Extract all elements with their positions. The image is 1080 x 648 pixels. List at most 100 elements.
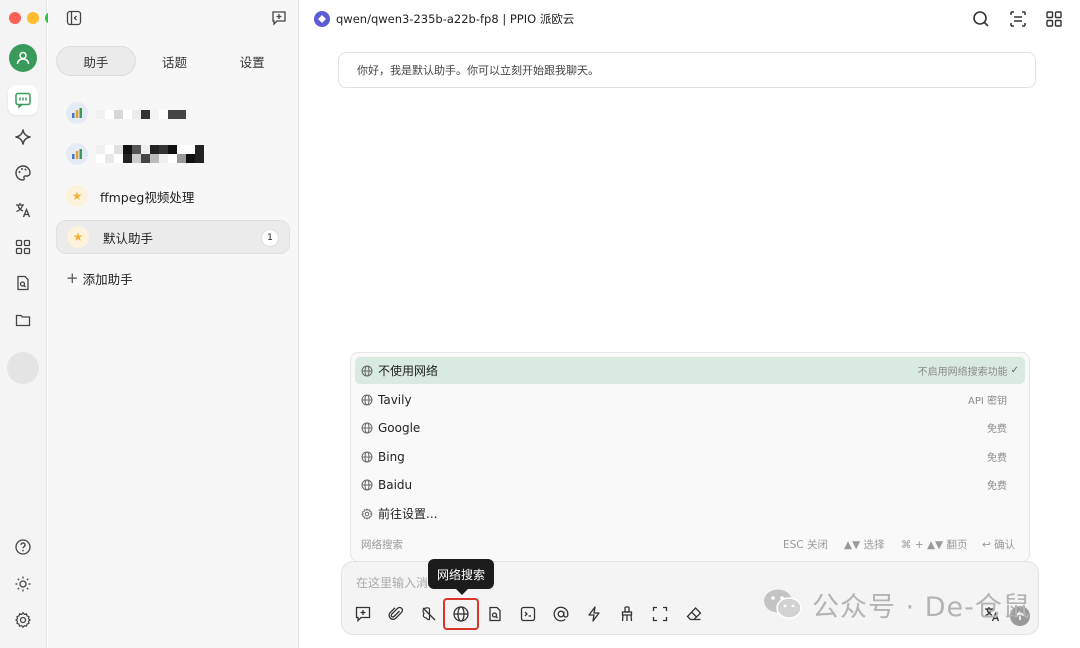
assistant-item[interactable] [56, 137, 290, 171]
gear-icon [361, 507, 373, 520]
search-icon [973, 11, 989, 27]
new-topic-button[interactable] [271, 10, 287, 26]
tab-assistants[interactable]: 助手 [56, 46, 136, 76]
rail-apps-button[interactable] [8, 232, 38, 262]
topic-count-badge: 1 [261, 229, 279, 247]
rail-settings-button[interactable] [8, 605, 38, 635]
option-label: Baidu [378, 477, 413, 492]
rail-theme-button[interactable] [8, 569, 38, 599]
search-option-baidu[interactable]: Baidu 免费 [355, 471, 1025, 498]
palette-icon [15, 165, 31, 181]
option-note: API 密钥 [968, 396, 1007, 407]
plus-icon: + [66, 269, 79, 287]
attach-button[interactable] [386, 604, 406, 624]
option-note: 不启用网络搜索功能 ✓ [917, 365, 1019, 378]
expand-input-button[interactable] [650, 604, 670, 624]
thinking-toggle-button[interactable] [419, 604, 439, 624]
dropdown-title: 网络搜索 [361, 539, 403, 551]
option-label: 前往设置... [378, 507, 438, 521]
apps-grid-icon [1046, 11, 1062, 27]
wechat-icon [764, 589, 802, 619]
new-topic-tool-button[interactable] [353, 604, 373, 624]
add-assistant-button[interactable]: + 添加助手 [66, 268, 133, 288]
mcp-tools-button[interactable] [518, 604, 538, 624]
star-icon: ★ [67, 226, 89, 248]
web-search-button[interactable] [443, 598, 479, 630]
globe-icon [361, 422, 373, 433]
web-search-tooltip: 网络搜索 [428, 559, 494, 595]
search-option-google[interactable]: Google 免费 [355, 414, 1025, 441]
knowledge-base-button[interactable] [485, 604, 505, 624]
option-label: 不使用网络 [378, 364, 439, 378]
file-search-icon [17, 275, 29, 291]
hint-confirm: ↩ 确认 [982, 539, 1016, 551]
rail-agents-button[interactable] [8, 122, 38, 152]
check-icon: ✓ [1010, 365, 1019, 376]
search-option-none[interactable]: 不使用网络 不启用网络搜索功能 ✓ [355, 357, 1025, 384]
terminal-icon [520, 606, 536, 622]
model-selector[interactable]: qwen/qwen3-235b-a22b-fp8 | PPIO 派欧云 [336, 11, 574, 27]
assistant-item-active[interactable]: ★ 默认助手 1 [56, 220, 290, 254]
option-label: Tavily [378, 392, 412, 407]
search-option-go-settings[interactable]: 前往设置... [355, 500, 1025, 527]
user-icon [16, 51, 30, 65]
at-icon [553, 606, 569, 622]
rail-paint-button[interactable] [8, 158, 38, 188]
search-button[interactable] [971, 9, 991, 29]
hint-esc: ESC 关闭 [783, 539, 828, 551]
expand-icon [652, 606, 668, 622]
search-option-bing[interactable]: Bing 免费 [355, 443, 1025, 470]
rail-chat-button[interactable] [8, 85, 38, 115]
rail-help-button[interactable] [8, 532, 38, 562]
assistant-name: 默认助手 [103, 230, 154, 246]
search-option-tavily[interactable]: Tavily API 密钥 [355, 386, 1025, 413]
bar-chart-icon [66, 143, 88, 165]
globe-icon [361, 451, 373, 462]
tab-settings[interactable]: 设置 [213, 46, 291, 76]
bar-chart-icon [66, 102, 88, 124]
globe-icon [361, 479, 373, 490]
paperclip-icon [388, 606, 404, 620]
globe-icon [453, 606, 469, 622]
clear-context-button[interactable] [617, 604, 637, 624]
tab-topics[interactable]: 话题 [136, 46, 214, 76]
sun-icon [15, 576, 31, 592]
mention-model-button[interactable] [551, 604, 571, 624]
hint-page: ⌘ + ▲▼ 翻页 [901, 539, 968, 551]
apps-button[interactable] [1044, 9, 1064, 29]
assistant-item[interactable]: ★ ffmpeg视频处理 [56, 179, 290, 213]
option-note: 免费 [987, 453, 1007, 464]
file-search-icon [489, 606, 501, 622]
broom-icon [621, 606, 633, 622]
user-avatar[interactable] [9, 44, 37, 72]
new-topic-icon [272, 11, 286, 26]
assistant-panel: 助手 话题 设置 ★ ffmpeg视频处理 ★ 默认助手 1 + 添加助手 [48, 0, 299, 648]
redacted-name [96, 109, 186, 119]
gear-icon [15, 611, 31, 629]
icon-rail [0, 0, 57, 648]
assistant-name: ffmpeg视频处理 [100, 189, 195, 205]
add-assistant-label: 添加助手 [82, 271, 133, 287]
eraser-icon [686, 607, 702, 621]
translate-icon [16, 203, 31, 218]
assistant-item[interactable] [56, 96, 290, 130]
layout-toggle-button[interactable] [1008, 9, 1028, 29]
quick-phrase-button[interactable] [584, 604, 604, 624]
rail-knowledge-button[interactable] [8, 268, 38, 298]
chat-header: qwen/qwen3-235b-a22b-fp8 | PPIO 派欧云 [299, 0, 1080, 38]
panel-toolbar [48, 0, 299, 38]
globe-icon [361, 365, 373, 376]
window-minimize-button[interactable] [27, 12, 39, 24]
toggle-sidebar-button[interactable] [66, 10, 82, 26]
clear-messages-button[interactable] [684, 604, 704, 624]
dropdown-footer: 网络搜索 ESC 关闭 ▲▼ 选择 ⌘ + ▲▼ 翻页 ↩ 确认 [361, 537, 1019, 553]
rail-translate-button[interactable] [8, 195, 38, 225]
rail-files-button[interactable] [8, 305, 38, 335]
watermark-text: 公众号 · De-仓鼠 [812, 591, 1031, 623]
option-note: 免费 [987, 481, 1007, 492]
message-input-placeholder[interactable]: 在这里输入消 [356, 574, 428, 591]
mini-app-placeholder[interactable] [7, 352, 39, 384]
sidebar-collapse-icon [66, 10, 82, 26]
globe-icon [361, 394, 373, 405]
window-close-button[interactable] [9, 12, 21, 24]
